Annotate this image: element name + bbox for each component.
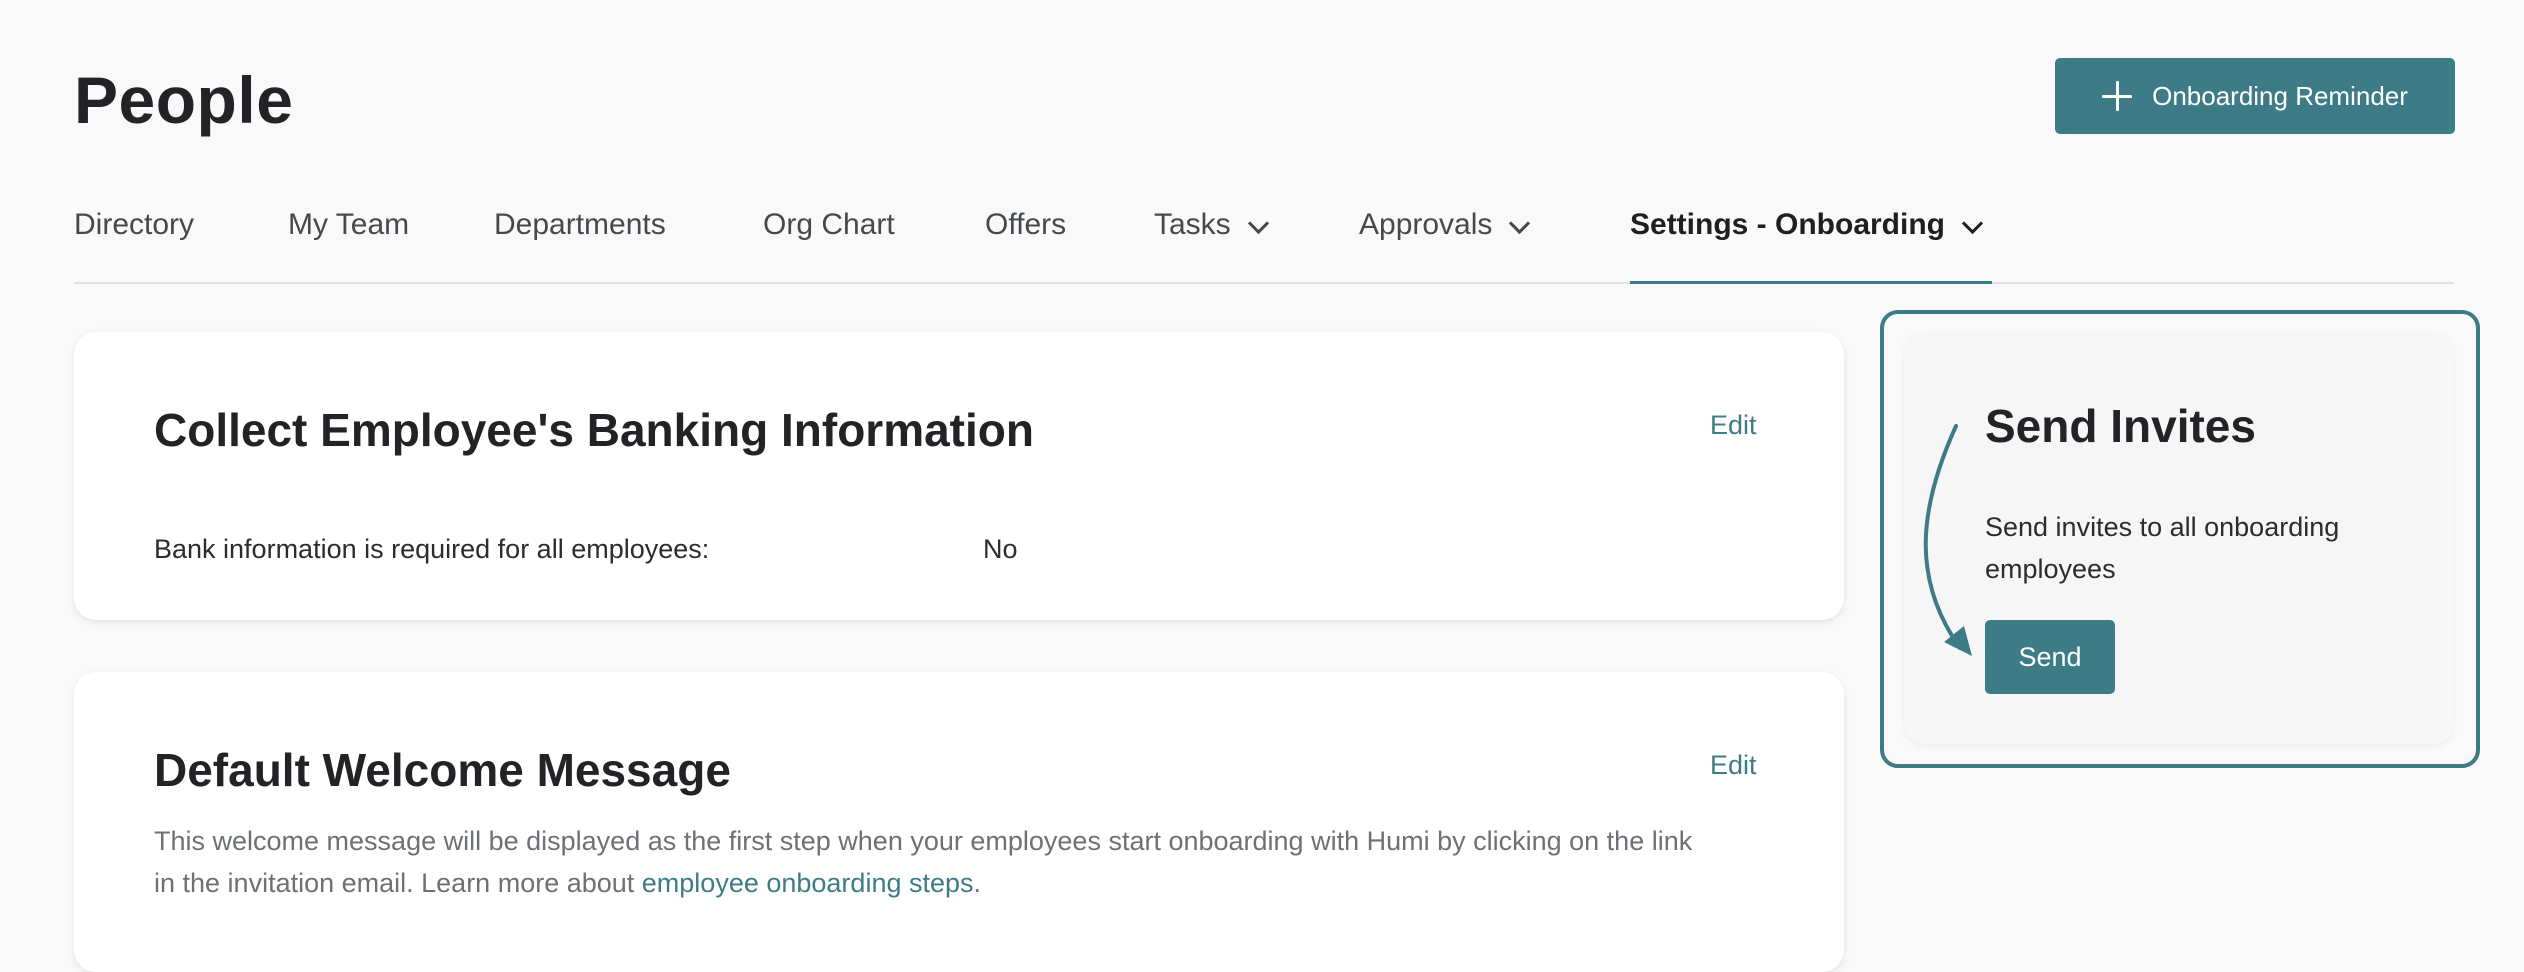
tab-my-team-label: My Team [288, 208, 410, 241]
tab-offers-label: Offers [985, 208, 1067, 241]
send-invites-description: Send invites to all onboarding employees [1985, 506, 2425, 590]
bank-required-value: No [983, 534, 1018, 564]
tab-bar: Directory My Team Departments Org Chart … [74, 190, 2454, 284]
welcome-description-text: in the invitation email. Learn more abou… [154, 868, 642, 898]
onboarding-reminder-button[interactable]: Onboarding Reminder [2055, 58, 2455, 134]
onboarding-reminder-label: Onboarding Reminder [2152, 80, 2408, 111]
welcome-message-card: Default Welcome Message Edit This welcom… [74, 672, 1844, 972]
welcome-description-line1: This welcome message will be displayed a… [154, 826, 1693, 856]
tab-settings-onboarding[interactable]: Settings - Onboarding [1630, 190, 1992, 284]
tab-directory[interactable]: Directory [74, 190, 194, 282]
banking-card-title: Collect Employee's Banking Information [154, 404, 1034, 456]
tab-approvals[interactable]: Approvals [1359, 190, 1531, 282]
welcome-card-title: Default Welcome Message [154, 744, 731, 796]
tab-offers[interactable]: Offers [985, 190, 1066, 282]
tab-departments-label: Departments [494, 208, 666, 241]
tab-my-team[interactable]: My Team [288, 190, 409, 282]
curved-arrow-icon [1923, 424, 1972, 656]
send-invites-description-line2: employees [1985, 554, 2116, 584]
welcome-description: This welcome message will be displayed a… [154, 820, 1794, 904]
chevron-down-icon [1247, 212, 1269, 235]
tab-departments[interactable]: Departments [494, 190, 666, 282]
chevron-down-icon [1961, 212, 1984, 235]
tab-tasks-label: Tasks [1154, 208, 1231, 241]
tab-org-chart-label: Org Chart [763, 208, 895, 241]
tab-directory-label: Directory [74, 208, 195, 241]
bank-required-label: Bank information is required for all emp… [154, 534, 710, 564]
tab-org-chart[interactable]: Org Chart [763, 190, 895, 282]
onboarding-steps-link[interactable]: employee onboarding steps [642, 868, 974, 898]
tab-settings-onboarding-label: Settings - Onboarding [1630, 208, 1945, 241]
banking-info-card: Collect Employee's Banking Information E… [74, 332, 1844, 620]
send-invites-description-line1: Send invites to all onboarding [1985, 512, 2340, 542]
welcome-description-line2: in the invitation email. Learn more abou… [154, 862, 1794, 904]
chevron-down-icon [1509, 212, 1531, 235]
plus-icon [2102, 81, 2133, 111]
send-button[interactable]: Send [1985, 620, 2115, 694]
tab-tasks[interactable]: Tasks [1154, 190, 1269, 282]
page-title: People [74, 63, 294, 137]
banking-edit-link[interactable]: Edit [1710, 410, 1757, 441]
welcome-edit-link[interactable]: Edit [1710, 750, 1757, 781]
tab-approvals-label: Approvals [1359, 208, 1493, 241]
send-invites-title: Send Invites [1985, 400, 2256, 452]
welcome-description-period: . [973, 868, 982, 898]
